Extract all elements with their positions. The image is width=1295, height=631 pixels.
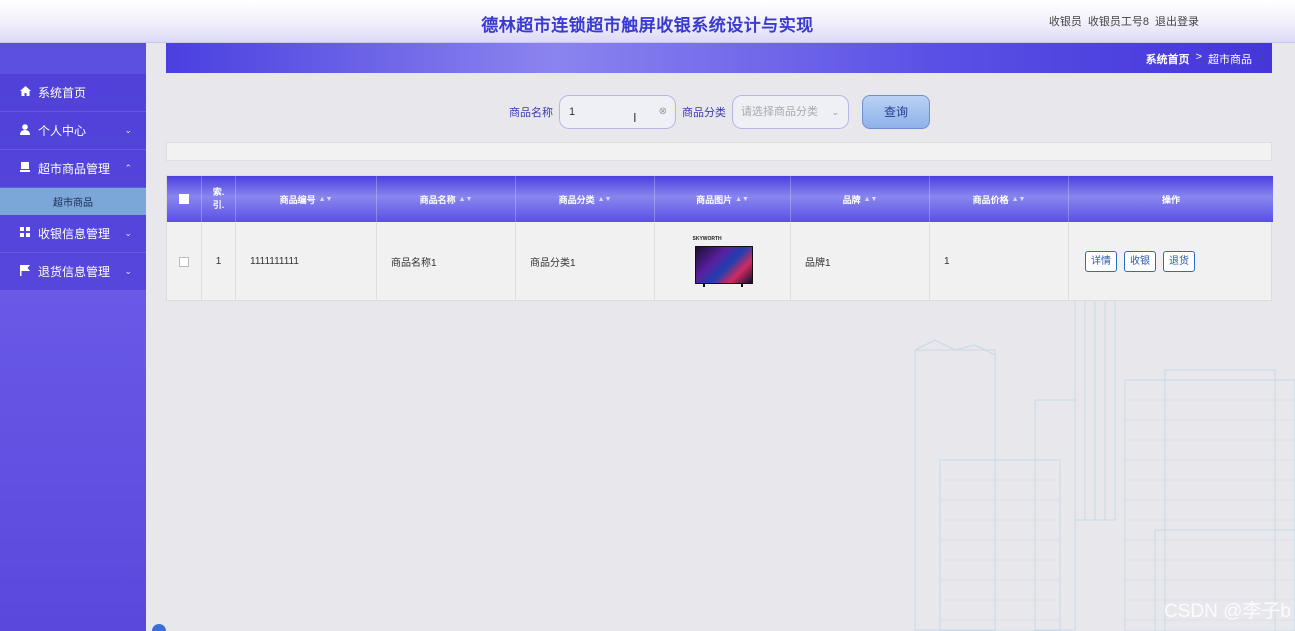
logout-link[interactable]: 退出登录 (1155, 13, 1199, 29)
top-header: 德林超市连锁超市触屏收银系统设计与实现 收银员 收银员工号8 退出登录 (0, 0, 1295, 43)
grid-icon (18, 227, 32, 240)
product-name-label: 商品名称 (509, 107, 553, 119)
breadcrumb-home[interactable]: 系统首页 (1146, 51, 1190, 67)
checkout-button[interactable]: 收银 (1124, 251, 1156, 272)
return-button[interactable]: 退货 (1163, 251, 1195, 272)
breadcrumb: 系统首页 > 超市商品 (166, 43, 1272, 73)
sort-icon[interactable]: ▲▼ (1012, 196, 1026, 203)
table-row: 1 1111111111 商品名称1 商品分类1 SKYWORTH 品牌1 1 … (167, 222, 1273, 301)
sort-icon[interactable]: ▲▼ (598, 196, 612, 203)
product-name-input[interactable]: 1 ⊗ I (559, 95, 676, 129)
toolbar-strip (166, 142, 1272, 161)
user-area: 收银员 收银员工号8 退出登录 (1049, 13, 1199, 29)
sidebar-item-label: 收银信息管理 (38, 227, 111, 241)
table-header: 索. 引. 商品编号 ▲▼ 商品名称 ▲▼ 商品分类 ▲▼ 商品图片 ▲▼ 品牌 ▲▼ 商… (167, 176, 1273, 222)
column-header-actions: 操作 (1069, 176, 1273, 222)
row-image-cell: SKYWORTH (655, 222, 791, 301)
sidebar: 系统首页 个人中心 ⌄ 超市商品管理 ⌃ 超市商品 收银信息管理 ⌄ 退货信息管… (0, 43, 146, 631)
product-category-placeholder: 请选择商品分类 (741, 106, 818, 118)
row-select-cell[interactable] (167, 222, 202, 301)
watermark: CSDN @李子b (1164, 601, 1291, 622)
column-header-code[interactable]: 商品编号 ▲▼ (236, 176, 377, 222)
row-category: 商品分类1 (516, 222, 655, 301)
sidebar-subitem-products[interactable]: 超市商品 (0, 188, 146, 215)
background-illustration (914, 300, 1295, 631)
row-checkbox[interactable] (179, 256, 189, 267)
column-header-image[interactable]: 商品图片 ▲▼ (655, 176, 791, 222)
sort-icon[interactable]: ▲▼ (459, 196, 473, 203)
text-cursor-icon: I (633, 110, 637, 125)
user-name: 收银员工号8 (1087, 16, 1149, 28)
row-name: 商品名称1 (377, 222, 516, 301)
flag-icon (18, 264, 32, 279)
row-price: 1 (930, 222, 1069, 301)
select-all-cell[interactable] (167, 176, 202, 222)
sort-icon[interactable]: ▲▼ (319, 196, 333, 203)
products-table: 索. 引. 商品编号 ▲▼ 商品名称 ▲▼ 商品分类 ▲▼ 商品图片 ▲▼ 品牌 ▲▼ 商… (166, 175, 1273, 301)
product-icon (18, 162, 32, 175)
column-header-index: 索. 引. (202, 176, 236, 222)
sidebar-item-label: 超市商品管理 (38, 162, 111, 176)
sort-icon[interactable]: ▲▼ (735, 196, 749, 203)
row-code: 1111111111 (236, 222, 377, 301)
row-actions: 详情 收银 退货 (1069, 222, 1273, 301)
detail-button[interactable]: 详情 (1085, 251, 1117, 272)
product-name-value: 1 (569, 106, 576, 118)
column-header-name[interactable]: 商品名称 ▲▼ (377, 176, 516, 222)
product-image-brand: SKYWORTH (692, 235, 722, 242)
chevron-down-icon: ⌄ (124, 228, 132, 238)
chevron-up-icon: ⌃ (124, 163, 132, 173)
column-header-price[interactable]: 商品价格 ▲▼ (930, 176, 1069, 222)
sidebar-item-returns[interactable]: 退货信息管理 ⌄ (0, 253, 146, 291)
clear-icon[interactable]: ⊗ (659, 96, 667, 128)
search-bar: 商品名称 1 ⊗ I 商品分类 请选择商品分类 ⌄ 查询 (0, 95, 1295, 129)
tv-screen-graphic (694, 245, 753, 284)
product-image: SKYWORTH (693, 236, 753, 288)
chevron-down-icon: ⌄ (831, 107, 839, 117)
select-all-checkbox[interactable] (179, 194, 189, 204)
row-index: 1 (202, 222, 236, 301)
sort-icon[interactable]: ▲▼ (864, 196, 878, 203)
scroll-top-icon[interactable] (152, 624, 166, 631)
sidebar-item-products[interactable]: 超市商品管理 ⌃ (0, 150, 146, 188)
user-role: 收银员 (1048, 16, 1082, 28)
breadcrumb-separator: > (1195, 51, 1202, 63)
product-category-select[interactable]: 请选择商品分类 ⌄ (732, 95, 849, 129)
sidebar-item-checkout[interactable]: 收银信息管理 ⌄ (0, 215, 146, 253)
column-header-brand[interactable]: 品牌 ▲▼ (791, 176, 930, 222)
product-category-label: 商品分类 (682, 107, 726, 119)
row-brand: 品牌1 (791, 222, 930, 301)
chevron-down-icon: ⌄ (124, 266, 132, 276)
query-button[interactable]: 查询 (862, 95, 930, 129)
column-header-category[interactable]: 商品分类 ▲▼ (516, 176, 655, 222)
tv-stand-graphic (702, 283, 743, 287)
sidebar-item-label: 退货信息管理 (38, 265, 111, 279)
breadcrumb-current: 超市商品 (1208, 54, 1252, 66)
